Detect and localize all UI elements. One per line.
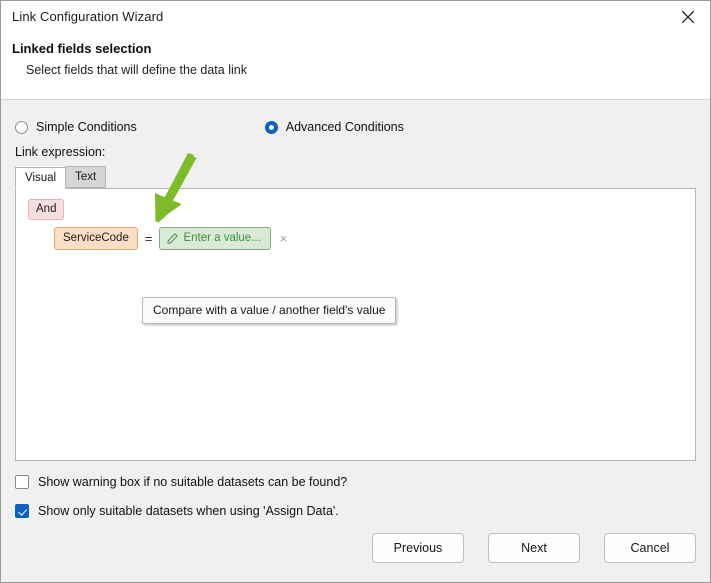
value-placeholder-text: Enter a value... — [183, 232, 261, 244]
field-chip-servicecode[interactable]: ServiceCode — [54, 227, 138, 250]
tab-text[interactable]: Text — [65, 166, 107, 188]
logical-operator-chip[interactable]: And — [28, 199, 65, 220]
dialog-content: Simple Conditions Advanced Conditions Li… — [1, 99, 710, 582]
page-subtitle: Select fields that will define the data … — [26, 63, 247, 77]
comparison-operator[interactable]: = — [145, 231, 153, 246]
link-expression-label: Link expression: — [15, 145, 106, 159]
previous-button[interactable]: Previous — [372, 533, 464, 563]
title-bar: Link Configuration Wizard — [1, 1, 710, 32]
pencil-icon — [167, 232, 179, 244]
checkbox-show-warning-box-label: Show warning box if no suitable datasets… — [38, 475, 348, 489]
condition-mode-radio-group: Simple Conditions Advanced Conditions — [1, 100, 710, 134]
condition-row: ServiceCode = Enter a value... × — [54, 227, 695, 250]
next-button[interactable]: Next — [488, 533, 580, 563]
expression-panel[interactable]: And ServiceCode = Enter a value... × Com… — [15, 189, 696, 461]
remove-condition-button[interactable]: × — [280, 232, 288, 245]
expression-tabs: Visual Text — [15, 166, 696, 189]
expression-editor: Visual Text And ServiceCode = Enter a va… — [15, 153, 696, 461]
tab-visual[interactable]: Visual — [15, 167, 67, 189]
radio-simple-conditions-mark — [15, 120, 28, 134]
radio-simple-conditions[interactable]: Simple Conditions — [15, 120, 137, 134]
close-button[interactable] — [665, 1, 710, 32]
radio-advanced-conditions[interactable]: Advanced Conditions — [264, 120, 404, 134]
header-spacer — [1, 77, 710, 99]
checkbox-show-only-suitable-label: Show only suitable datasets when using '… — [38, 504, 339, 518]
dialog-header: Linked fields selection Select fields th… — [1, 32, 710, 99]
cancel-button[interactable]: Cancel — [604, 533, 696, 563]
radio-advanced-conditions-mark — [264, 120, 278, 134]
checkbox-show-warning-box-mark — [15, 475, 29, 489]
checkbox-show-only-suitable-mark — [15, 504, 29, 518]
page-title: Linked fields selection — [12, 41, 152, 56]
close-icon — [681, 10, 695, 24]
dialog-footer: Previous Next Cancel — [372, 533, 710, 582]
value-input-chip[interactable]: Enter a value... — [159, 227, 271, 250]
tooltip: Compare with a value / another field's v… — [142, 297, 397, 324]
radio-simple-conditions-label: Simple Conditions — [36, 120, 137, 134]
radio-advanced-conditions-label: Advanced Conditions — [285, 120, 404, 134]
checkbox-show-only-suitable[interactable]: Show only suitable datasets when using '… — [15, 504, 710, 518]
checkbox-show-warning-box[interactable]: Show warning box if no suitable datasets… — [15, 475, 710, 489]
window-title: Link Configuration Wizard — [12, 9, 164, 24]
link-configuration-wizard-dialog: Link Configuration Wizard Linked fields … — [0, 0, 711, 583]
